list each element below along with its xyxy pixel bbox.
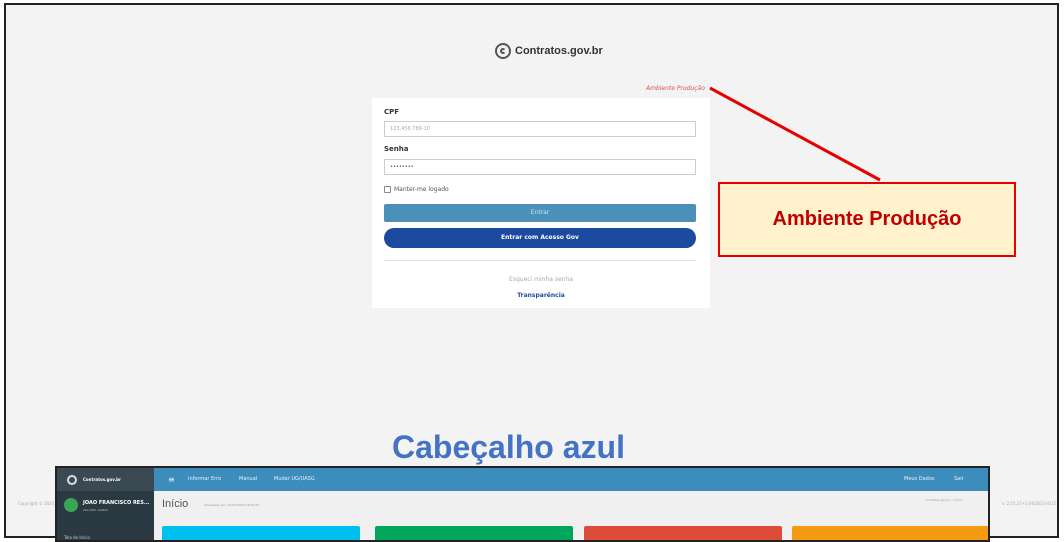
environment-callout-text: Ambiente Produção: [772, 208, 962, 230]
stat-tile-2[interactable]: [375, 526, 573, 540]
inform-errors-link[interactable]: Informar Erro: [188, 468, 221, 491]
sidebar-logo-text: Contratos.gov.br: [83, 477, 121, 482]
dashboard-sidebar: Contratos.gov.br JOAO FRANCISCO RES... 2…: [57, 468, 154, 540]
callout-arrow-line: [709, 86, 881, 182]
change-ug-link[interactable]: Mudar UG/UASG: [274, 468, 315, 491]
page-title: Início: [162, 498, 189, 510]
breadcrumb[interactable]: Contratos.gov.br > Início: [925, 498, 962, 502]
stat-tile-1[interactable]: [162, 526, 360, 540]
screenshot-frame: Contratos.gov.br Ambiente Produção CPF 1…: [4, 3, 1059, 538]
stat-tile-4[interactable]: [792, 526, 988, 540]
logout-link[interactable]: Sair: [954, 468, 964, 491]
user-name: JOAO FRANCISCO RES...: [83, 500, 150, 506]
contratos-logo-icon: [67, 474, 77, 485]
menu-toggle-icon[interactable]: ≡: [168, 468, 175, 491]
page-subtitle: Atualizado em: 15/05/2023 19:55:05: [204, 503, 260, 507]
environment-callout-box: Ambiente Produção: [718, 182, 1016, 257]
user-role: 202-900: AGBAS: [83, 508, 108, 512]
header-caption: Cabeçalho azul: [392, 429, 625, 465]
stat-tile-3[interactable]: [584, 526, 782, 540]
copyright-text: Copyright © 2023: [18, 501, 55, 506]
sidebar-item-home[interactable]: Tela de Início: [64, 535, 90, 540]
sidebar-logo[interactable]: Contratos.gov.br: [57, 468, 154, 491]
manual-link[interactable]: Manual: [239, 468, 257, 491]
dashboard-preview: Contratos.gov.br JOAO FRANCISCO RES... 2…: [55, 466, 990, 542]
avatar: [64, 498, 78, 512]
dashboard-header: ≡ Informar Erro Manual Mudar UG/UASG Meu…: [154, 468, 988, 491]
my-data-link[interactable]: Meus Dados: [904, 468, 935, 491]
version-text: v. 2.55.27+2.00/2023-8/15: [1002, 501, 1057, 506]
